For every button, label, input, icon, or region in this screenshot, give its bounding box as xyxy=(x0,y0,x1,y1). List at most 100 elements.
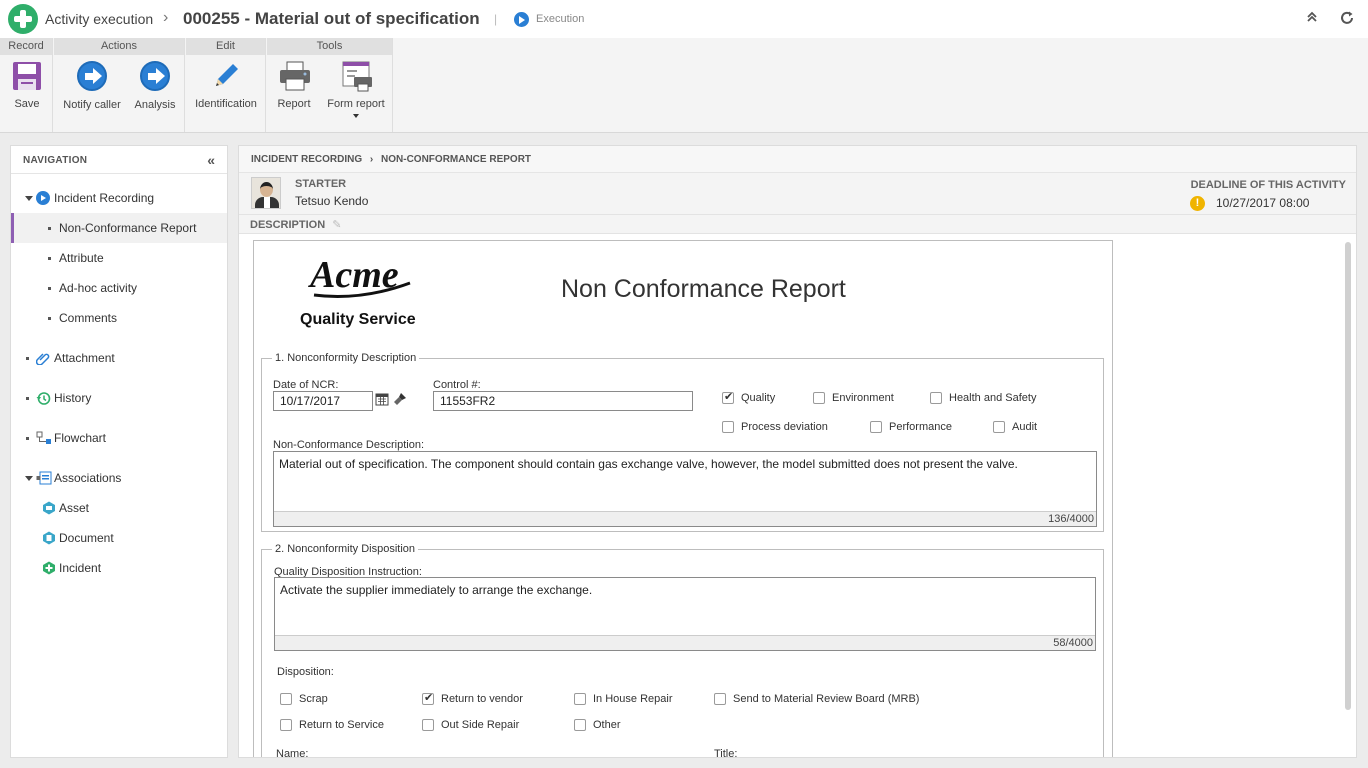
checkbox-label: Scrap xyxy=(299,693,328,705)
nav-item-attachment[interactable]: Attachment xyxy=(11,343,227,373)
checkbox-quality[interactable] xyxy=(722,390,734,404)
pencil-icon xyxy=(210,60,242,92)
nav-item-label: Associations xyxy=(54,471,122,485)
save-button[interactable]: Save xyxy=(8,60,46,110)
nav-item-asset[interactable]: Asset xyxy=(11,493,227,523)
nav-item-label: Ad-hoc activity xyxy=(59,281,138,295)
main-panel: INCIDENT RECORDING › NON-CONFORMANCE REP… xyxy=(238,145,1357,758)
checkbox-label: Out Side Repair xyxy=(441,719,520,731)
report-label: Report xyxy=(277,98,311,110)
control-number-input[interactable]: 11553FR2 xyxy=(433,391,693,411)
section-legend: 2. Nonconformity Disposition xyxy=(272,543,419,555)
arrow-right-icon xyxy=(139,61,171,93)
form-report-button[interactable]: Form report xyxy=(323,60,389,118)
title-label: Title: xyxy=(714,748,738,758)
checkbox-other[interactable] xyxy=(574,719,586,731)
checkbox-environment[interactable] xyxy=(813,392,825,404)
analysis-button[interactable]: Analysis xyxy=(132,60,178,111)
deadline-value: 10/27/2017 08:00 xyxy=(1216,196,1310,210)
checkbox-send-to-mrb[interactable] xyxy=(714,693,726,705)
incident-icon xyxy=(42,561,56,575)
quality-disposition-textarea[interactable]: Activate the supplier immediately to arr… xyxy=(274,577,1096,651)
checkbox-label: Health and Safety xyxy=(949,392,1037,404)
nav-item-label: Attribute xyxy=(59,251,104,265)
associations-icon xyxy=(36,471,52,485)
textarea-text: Activate the supplier immediately to arr… xyxy=(280,583,593,597)
date-of-ncr-input[interactable]: 10/17/2017 xyxy=(273,391,373,411)
refresh-icon[interactable] xyxy=(1338,10,1356,28)
section-nonconformity-disposition: 2. Nonconformity Disposition Quality Dis… xyxy=(261,543,1104,758)
history-icon xyxy=(36,391,51,405)
checkbox-process-deviation[interactable] xyxy=(722,421,734,433)
checkbox-label: Other xyxy=(593,719,621,731)
nav-item-non-conformance-report[interactable]: Non-Conformance Report xyxy=(11,213,227,243)
clear-brush-icon[interactable] xyxy=(392,392,408,410)
pencil-icon[interactable]: ✎ xyxy=(332,219,341,231)
nav-item-document[interactable]: Document xyxy=(11,523,227,553)
checkbox-scrap[interactable] xyxy=(280,693,292,705)
name-label: Name: xyxy=(276,748,309,758)
app-title[interactable]: Activity execution xyxy=(45,11,153,27)
checkbox-label: Audit xyxy=(1012,421,1038,433)
textarea-text: Material out of specification. The compo… xyxy=(279,457,1018,471)
acme-logo: Acme xyxy=(308,254,411,298)
paperclip-icon xyxy=(35,351,50,366)
caret-down-icon[interactable] xyxy=(25,196,33,201)
nav-item-history[interactable]: History xyxy=(11,383,227,413)
nav-item-associations[interactable]: Associations xyxy=(11,463,227,493)
ribbon-group-edit: Edit Identification xyxy=(186,38,266,132)
identification-button[interactable]: Identification xyxy=(192,60,260,110)
save-label: Save xyxy=(14,98,40,110)
nonconformance-description-textarea[interactable]: Material out of specification. The compo… xyxy=(273,451,1097,527)
description-bar: DESCRIPTION ✎ xyxy=(239,215,1356,234)
bullet xyxy=(48,257,51,260)
double-chevron-left-icon[interactable]: « xyxy=(207,152,215,168)
status-text: Execution xyxy=(536,13,585,25)
checkbox-audit[interactable] xyxy=(993,421,1005,433)
nav-item-comments[interactable]: Comments xyxy=(11,303,227,333)
report-button[interactable]: Report xyxy=(273,60,315,110)
checkbox-return-to-service[interactable] xyxy=(280,719,292,731)
checkbox-label: Return to Service xyxy=(299,719,384,731)
form-report-icon xyxy=(340,60,372,92)
identification-label: Identification xyxy=(195,98,257,110)
form-title: Non Conformance Report xyxy=(561,275,846,303)
navigation-panel: NAVIGATION « Incident Recording Non-Conf… xyxy=(10,145,228,758)
collapse-up-icon[interactable] xyxy=(1303,10,1321,28)
bullet xyxy=(48,317,51,320)
play-icon xyxy=(36,191,50,205)
breadcrumb-item[interactable]: INCIDENT RECORDING xyxy=(251,154,362,165)
checkbox-in-house-repair[interactable] xyxy=(574,693,586,705)
printer-icon xyxy=(278,60,310,92)
chevron-right-icon: › xyxy=(369,154,374,165)
checkbox-performance[interactable] xyxy=(870,421,882,433)
flowchart-icon xyxy=(36,431,51,445)
calendar-icon[interactable] xyxy=(374,392,390,410)
notify-caller-button[interactable]: Notify caller xyxy=(60,60,124,111)
scrollbar[interactable] xyxy=(1345,242,1351,710)
arrow-right-icon xyxy=(76,61,108,93)
play-status-icon xyxy=(514,12,529,27)
ribbon-group-actions: Actions Notify caller Analysis xyxy=(54,38,185,132)
nav-item-attribute[interactable]: Attribute xyxy=(11,243,227,273)
checkbox-out-side-repair[interactable] xyxy=(422,719,434,731)
dropdown-caret-icon[interactable] xyxy=(353,114,359,118)
app-logo-icon xyxy=(8,4,38,34)
starter-label: STARTER xyxy=(295,178,347,190)
nav-item-flowchart[interactable]: Flowchart xyxy=(11,423,227,453)
caret-down-icon[interactable] xyxy=(25,476,33,481)
bullet xyxy=(48,287,51,290)
nav-item-incident[interactable]: Incident xyxy=(11,553,227,583)
checkbox-label: Send to Material Review Board (MRB) xyxy=(733,693,920,705)
checkbox-health-and-safety[interactable] xyxy=(930,392,942,404)
date-label: Date of NCR: xyxy=(273,379,339,391)
save-icon xyxy=(11,60,43,92)
nav-item-label: Non-Conformance Report xyxy=(59,221,197,235)
nav-item-incident-recording[interactable]: Incident Recording xyxy=(11,183,227,213)
checkbox-return-to-vendor[interactable] xyxy=(422,691,434,705)
checkbox-label: In House Repair xyxy=(593,693,673,705)
nav-item-label: Incident xyxy=(59,561,102,575)
nav-item-ad-hoc-activity[interactable]: Ad-hoc activity xyxy=(11,273,227,303)
nav-item-label: Document xyxy=(59,531,114,545)
nav-item-label: Asset xyxy=(59,501,90,515)
